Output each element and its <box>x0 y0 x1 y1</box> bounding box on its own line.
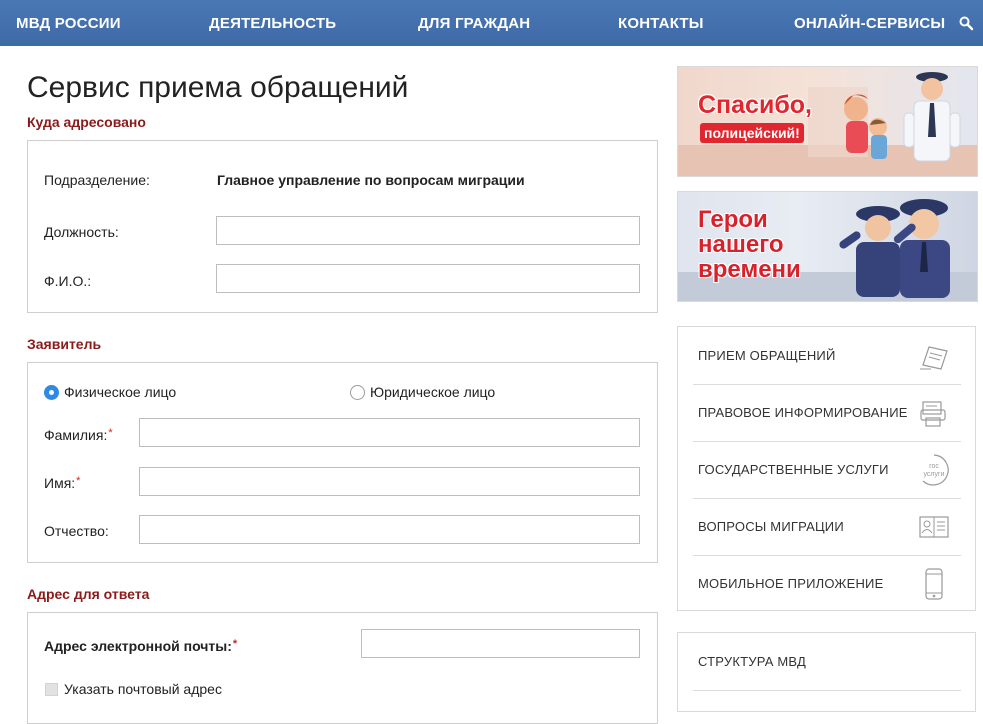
applicant-box: Физическое лицо Юридическое лицо Фамилия… <box>27 362 658 563</box>
individual-radio-label[interactable]: Физическое лицо <box>64 384 176 400</box>
svg-text:услуги: услуги <box>924 471 945 478</box>
gosuslugi-icon: гос услуги <box>922 454 949 486</box>
menu-item-migration[interactable]: ВОПРОСЫ МИГРАЦИИ <box>693 498 961 555</box>
menu-item-label: ВОПРОСЫ МИГРАЦИИ <box>698 519 844 534</box>
surname-label: Фамилия:* <box>44 427 113 443</box>
nav-activity[interactable]: ДЕЯТЕЛЬНОСТЬ <box>209 0 336 46</box>
menu-item-legal-info[interactable]: ПРАВОВОЕ ИНФОРМИРОВАНИЕ <box>693 384 961 441</box>
passport-icon <box>919 516 949 538</box>
legal-entity-radio-label[interactable]: Юридическое лицо <box>370 384 495 400</box>
top-navigation: МВД РОССИИ ДЕЯТЕЛЬНОСТЬ ДЛЯ ГРАЖДАН КОНТ… <box>0 0 983 46</box>
structure-mvd-link[interactable]: СТРУКТУРА МВД <box>698 654 806 669</box>
printer-icon <box>920 401 946 427</box>
required-mark: * <box>108 427 113 439</box>
surname-input[interactable] <box>139 418 640 447</box>
name-label: Имя:* <box>44 475 81 491</box>
position-input[interactable] <box>216 216 640 245</box>
thanks-police-banner[interactable]: Спасибо, полицейский! <box>677 66 978 177</box>
fio-input[interactable] <box>216 264 640 293</box>
required-mark: * <box>232 638 238 650</box>
menu-item-label: МОБИЛЬНОЕ ПРИЛОЖЕНИЕ <box>698 576 884 591</box>
menu-item-label: ПРИЕМ ОБРАЩЕНИЙ <box>698 348 836 363</box>
thanks-banner-line2: полицейский! <box>700 123 804 143</box>
postal-address-checkbox-label[interactable]: Указать почтовый адрес <box>64 681 222 697</box>
legal-entity-radio[interactable] <box>350 385 365 400</box>
heroes-banner-line3: времени <box>698 256 801 283</box>
thanks-police-illustration <box>678 72 977 176</box>
side-menu: ПРИЕМ ОБРАЩЕНИЙ ПРАВОВОЕ ИНФОРМИРОВАНИЕ … <box>677 326 976 611</box>
menu-item-label: ГОСУДАРСТВЕННЫЕ УСЛУГИ <box>698 462 889 477</box>
nav-contacts[interactable]: КОНТАКТЫ <box>618 0 704 46</box>
required-mark: * <box>76 475 81 487</box>
position-label: Должность: <box>44 224 119 240</box>
menu-item-mobile-app[interactable]: МОБИЛЬНОЕ ПРИЛОЖЕНИЕ <box>693 555 961 612</box>
search-icon[interactable] <box>958 15 974 31</box>
patronymic-label: Отчество: <box>44 523 109 539</box>
addressee-box: Подразделение: Главное управление по воп… <box>27 140 658 313</box>
heroes-banner-line2: нашего <box>698 231 784 258</box>
name-input[interactable] <box>139 467 640 496</box>
smartphone-icon <box>925 568 943 600</box>
document-pen-icon <box>920 346 948 370</box>
nav-for-citizens[interactable]: ДЛЯ ГРАЖДАН <box>418 0 530 46</box>
menu-item-label: ПРАВОВОЕ ИНФОРМИРОВАНИЕ <box>698 405 908 420</box>
heroes-banner-line1: Герои <box>698 206 768 233</box>
reply-address-box: Адрес электронной почты:* Указать почтов… <box>27 612 658 724</box>
reply-address-section-title: Адрес для ответа <box>27 586 150 602</box>
division-value: Главное управление по вопросам миграции <box>217 172 525 188</box>
menu-divider <box>693 690 961 691</box>
division-label: Подразделение: <box>44 172 150 188</box>
patronymic-input[interactable] <box>139 515 640 544</box>
individual-radio[interactable] <box>44 385 59 400</box>
heroes-banner[interactable]: Герои нашего времени <box>677 191 978 302</box>
nav-online-services[interactable]: ОНЛАЙН-СЕРВИСЫ <box>794 0 945 46</box>
structure-panel: СТРУКТУРА МВД <box>677 632 976 712</box>
email-label: Адрес электронной почты:* <box>44 638 238 654</box>
thanks-banner-line1: Спасибо, <box>698 91 812 119</box>
svg-text:гос: гос <box>929 463 939 470</box>
menu-item-appeals[interactable]: ПРИЕМ ОБРАЩЕНИЙ <box>693 327 961 384</box>
menu-item-gov-services[interactable]: ГОСУДАРСТВЕННЫЕ УСЛУГИ гос услуги <box>693 441 961 498</box>
applicant-section-title: Заявитель <box>27 336 102 352</box>
fio-label: Ф.И.О.: <box>44 273 92 289</box>
nav-mvd-russia[interactable]: МВД РОССИИ <box>16 0 121 46</box>
email-input[interactable] <box>361 629 640 658</box>
postal-address-checkbox[interactable] <box>45 683 58 696</box>
page-title: Сервис приема обращений <box>27 71 409 104</box>
addressee-section-title: Куда адресовано <box>27 114 146 130</box>
